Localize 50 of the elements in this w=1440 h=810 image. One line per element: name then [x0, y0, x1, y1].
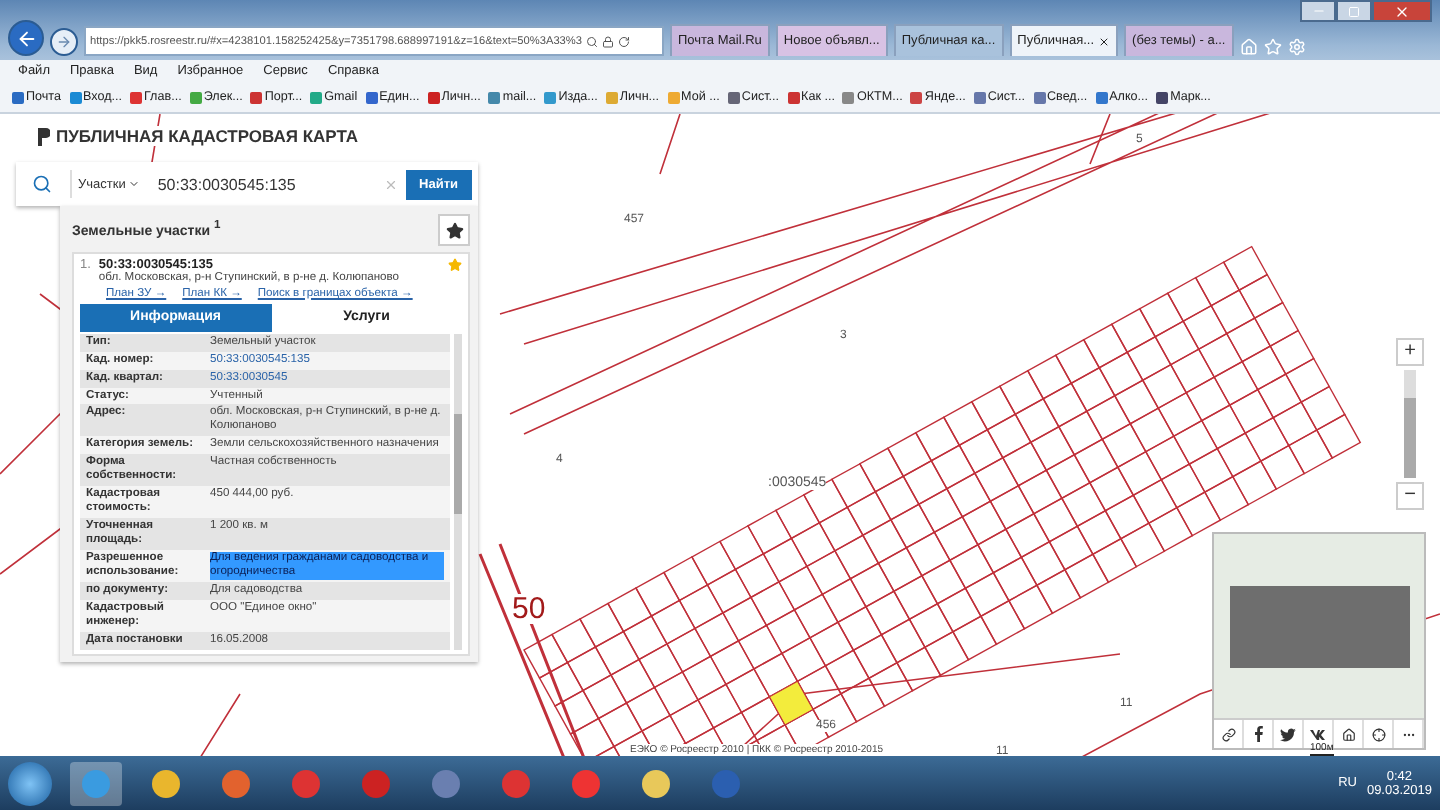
map-title: ПУБЛИЧНАЯ КАДАСТРОВАЯ КАРТА — [56, 126, 359, 146]
refresh-icon — [618, 35, 631, 47]
back-button[interactable] — [8, 20, 44, 56]
settings-icon[interactable] — [1287, 38, 1306, 56]
browser-icon — [82, 769, 110, 797]
arrow-right-icon — [56, 34, 72, 50]
app-icon — [292, 769, 320, 797]
crosshair-icon — [1371, 727, 1385, 741]
star-icon[interactable] — [448, 258, 462, 272]
maximize-icon — [1348, 5, 1360, 17]
share-button[interactable] — [1274, 720, 1304, 748]
zoom-slider[interactable] — [1404, 397, 1416, 478]
overview-map[interactable] — [1214, 534, 1424, 718]
close-icon — [1098, 35, 1111, 47]
forward-button[interactable] — [50, 28, 78, 56]
app-icon — [362, 769, 390, 797]
start-button[interactable] — [8, 761, 52, 805]
app-icon — [152, 769, 180, 797]
vk-logo-icon — [1310, 729, 1326, 739]
scrollbar[interactable] — [454, 333, 462, 650]
zoom-in-button[interactable]: + — [1396, 338, 1424, 366]
logo-icon — [36, 127, 50, 145]
clear-icon[interactable] — [383, 177, 398, 191]
app-icon — [642, 769, 670, 797]
app-icon — [432, 769, 460, 797]
arrow-left-icon — [15, 27, 37, 49]
share-button[interactable] — [1304, 720, 1334, 748]
favorites-button[interactable] — [438, 214, 470, 246]
bird-icon — [1280, 727, 1296, 741]
zoom-out-button[interactable]: − — [1396, 482, 1424, 510]
lock-icon — [602, 35, 615, 47]
caret-icon — [127, 178, 140, 190]
minimize-icon — [1311, 4, 1325, 18]
app-icon — [502, 769, 530, 797]
map-label: 50 — [512, 594, 546, 624]
star-icon — [445, 221, 463, 239]
app-icon — [222, 769, 250, 797]
home-icon[interactable] — [1239, 38, 1258, 56]
search-icon[interactable] — [32, 174, 52, 194]
link-icon — [1221, 727, 1235, 741]
close-button[interactable] — [1372, 0, 1432, 22]
app-icon — [572, 769, 600, 797]
f-logo-icon — [1253, 726, 1263, 742]
home-icon — [1341, 727, 1355, 741]
app-icon — [712, 769, 740, 797]
result-card[interactable] — [72, 252, 470, 656]
maximize-button[interactable] — [1336, 0, 1372, 22]
search-icon — [586, 35, 599, 47]
minimize-button[interactable] — [1300, 0, 1336, 22]
close-icon — [1394, 3, 1410, 19]
